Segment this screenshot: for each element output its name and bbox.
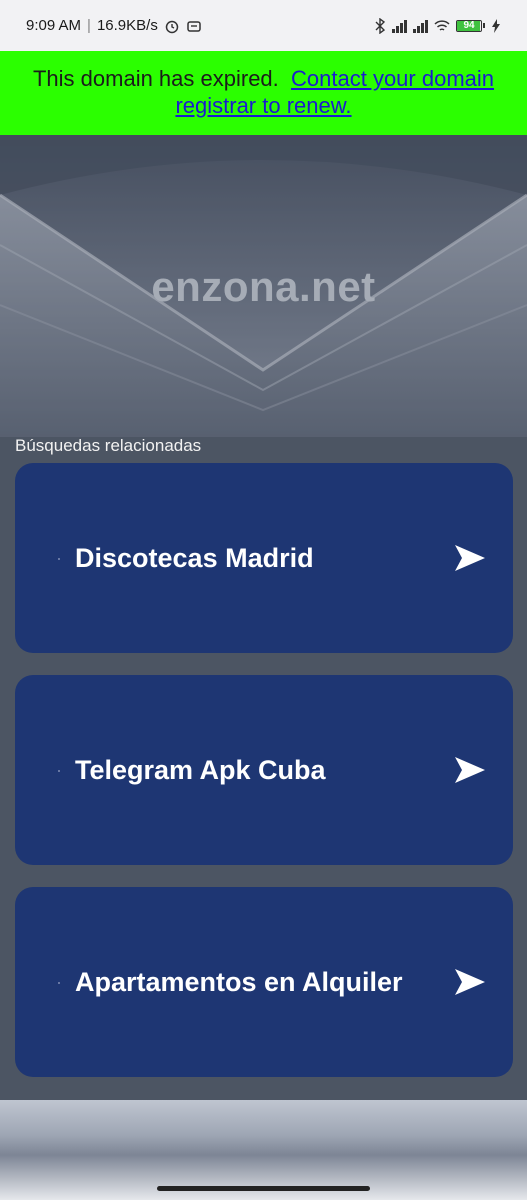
bluetooth-icon [375,17,386,34]
related-search-label: Telegram Apk Cuba [75,754,326,785]
status-right: 94 [374,17,501,34]
related-search-label: Discotecas Madrid [75,542,314,573]
site-title: enzona.net [151,263,376,310]
signal-icon [392,19,407,33]
network-speed: 16.9KB/s [96,17,158,34]
send-arrow-icon [455,545,485,571]
status-separator: | [87,17,91,34]
hero-banner: enzona.net [0,135,527,437]
send-arrow-icon [455,757,485,783]
status-bar: 9:09 AM | 16.9KB/s 94 [0,0,527,51]
footer-background-image [0,1100,527,1200]
banner-text: This domain has expired. [32,66,279,91]
status-left: 9:09 AM | 16.9KB/s [26,17,202,34]
send-arrow-icon [455,969,485,995]
related-search-telegram-apk-cuba[interactable]: Telegram Apk Cuba [15,675,513,865]
status-time: 9:09 AM [26,17,82,34]
related-search-label: Apartamentos en Alquiler [75,966,403,997]
related-search-apartamentos-en-alquiler[interactable]: Apartamentos en Alquiler [15,887,513,1077]
charging-icon [492,18,500,33]
bullet-dot [58,558,60,560]
related-searches-label: Búsquedas relacionadas [15,436,202,455]
alarm-icon [165,20,179,33]
battery-icon: 94 [456,19,485,32]
gesture-nav-handle[interactable] [157,1186,370,1191]
related-search-discotecas-madrid[interactable]: Discotecas Madrid [15,463,513,653]
signal-2-icon [413,19,428,33]
wifi-icon [434,19,450,31]
bullet-dot [58,982,60,984]
sync-icon [187,20,201,32]
battery-level: 94 [463,19,475,31]
domain-expired-banner: This domain has expired. Contact your do… [0,51,527,135]
bullet-dot [58,770,60,772]
